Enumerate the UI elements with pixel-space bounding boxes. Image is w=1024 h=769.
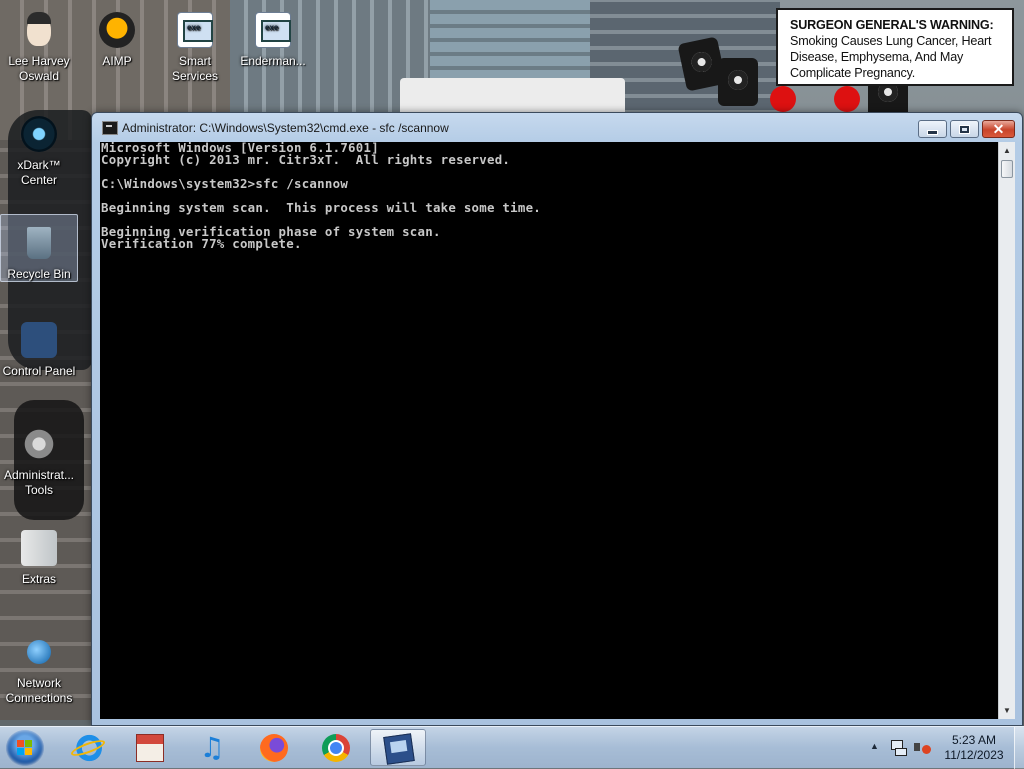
close-icon: ✕ xyxy=(992,120,1005,137)
cmd-window[interactable]: Administrator: C:\Windows\System32\cmd.e… xyxy=(91,112,1023,726)
warning-text: Smoking Causes Lung Cancer, Heart Diseas… xyxy=(790,34,992,80)
surgeon-general-warning: SURGEON GENERAL'S WARNING: Smoking Cause… xyxy=(776,8,1014,86)
desktop-icon-network-connections[interactable]: Network Connections xyxy=(0,630,78,706)
desktop-icon-administrative-tools[interactable]: Administrat... Tools xyxy=(0,422,78,498)
xdark-icon xyxy=(21,116,57,152)
taskbar: ♫ ▲ 5:23 AM 11/12/2023 xyxy=(0,726,1024,769)
desktop-icon-smart-services[interactable]: Smart Services xyxy=(156,8,234,84)
warning-heading: SURGEON GENERAL'S WARNING: xyxy=(790,18,994,32)
clock-time: 5:23 AM xyxy=(951,733,997,747)
recycle-bin-icon xyxy=(27,227,51,259)
store-icon xyxy=(136,734,164,762)
desktop-icon-xdark-center[interactable]: xDark™ Center xyxy=(0,112,78,188)
wallpaper-building xyxy=(430,0,590,80)
network-icon xyxy=(27,640,51,664)
desktop-icon-control-panel[interactable]: Control Panel xyxy=(0,318,78,379)
desktop-icon-label: Control Panel xyxy=(2,364,76,378)
close-button[interactable]: ✕ xyxy=(982,120,1015,138)
folder-icon xyxy=(21,530,57,566)
desktop-icon-label: Enderman... xyxy=(240,54,306,68)
exe-icon xyxy=(255,12,291,48)
console-line: Beginning system scan. This process will… xyxy=(101,200,542,215)
exe-icon xyxy=(177,12,213,48)
desktop-icon-label: Extras xyxy=(21,572,56,586)
window-title: Administrator: C:\Windows\System32\cmd.e… xyxy=(122,121,449,135)
taskbar-app-command-prompt[interactable] xyxy=(370,729,426,766)
volume-muted-icon[interactable] xyxy=(914,739,932,755)
console-line: Copyright (c) 2013 mr. Citr3xT. All righ… xyxy=(101,152,511,167)
taskbar-app-internet-explorer[interactable] xyxy=(60,729,116,766)
vertical-scrollbar[interactable]: ▲ ▼ xyxy=(998,142,1015,719)
desktop-icon-label: Recycle Bin xyxy=(7,267,71,281)
control-panel-icon xyxy=(21,322,57,358)
aimp-icon xyxy=(99,12,135,48)
taskbar-app-chrome[interactable] xyxy=(308,729,364,766)
minimize-icon xyxy=(927,129,938,135)
windows-logo-icon xyxy=(17,740,33,756)
desktop-icon-recycle-bin[interactable]: Recycle Bin xyxy=(0,214,78,282)
music-note-icon: ♫ xyxy=(199,731,225,764)
desktop-icon-extras[interactable]: Extras xyxy=(0,526,78,587)
scrollbar-thumb[interactable] xyxy=(1001,160,1013,178)
desktop-icon-label: Smart Services xyxy=(171,54,218,83)
person-icon xyxy=(27,12,51,46)
desktop-icon-label: Network Connections xyxy=(5,676,73,705)
wallpaper-speaker xyxy=(718,58,758,106)
desktop-icon-label: Lee Harvey Oswald xyxy=(8,54,70,83)
desktop-icon-enderman[interactable]: Enderman... xyxy=(234,8,312,69)
desktop-icon-lee-harvey-oswald[interactable]: Lee Harvey Oswald xyxy=(0,8,78,84)
maximize-icon xyxy=(959,124,970,134)
scroll-up-arrow-icon[interactable]: ▲ xyxy=(999,142,1015,159)
window-titlebar[interactable]: Administrator: C:\Windows\System32\cmd.e… xyxy=(92,113,1022,143)
clock[interactable]: 5:23 AM 11/12/2023 xyxy=(936,733,1012,763)
taskbar-app-store[interactable] xyxy=(122,729,178,766)
console-line: C:\Windows\system32>sfc /scannow xyxy=(101,176,349,191)
taskbar-app-music[interactable]: ♫ xyxy=(184,729,240,766)
scroll-down-arrow-icon[interactable]: ▼ xyxy=(999,702,1015,719)
wallpaper-light xyxy=(834,86,860,112)
admin-tools-icon xyxy=(21,426,57,462)
clock-date: 11/12/2023 xyxy=(944,748,1004,762)
network-status-icon[interactable] xyxy=(890,739,907,756)
console-line: Verification 77% complete. xyxy=(101,236,302,251)
show-hidden-icons-arrow-icon[interactable]: ▲ xyxy=(870,741,879,751)
console-output[interactable]: Microsoft Windows [Version 6.1.7601] Cop… xyxy=(100,142,998,719)
ie-icon xyxy=(74,734,102,762)
desktop-icon-label: AIMP xyxy=(102,54,132,68)
firefox-icon xyxy=(260,734,288,762)
desktop-icon-label: xDark™ Center xyxy=(17,158,61,187)
taskbar-app-firefox[interactable] xyxy=(246,729,302,766)
cmd-icon xyxy=(102,121,118,135)
show-desktop-button[interactable] xyxy=(1014,727,1024,769)
maximize-button[interactable] xyxy=(950,120,979,138)
wallpaper-light xyxy=(770,86,796,112)
start-button[interactable] xyxy=(6,730,44,766)
chrome-icon xyxy=(322,734,350,762)
desktop-icon-label: Administrat... Tools xyxy=(3,468,75,497)
desktop-icon-aimp[interactable]: AIMP xyxy=(78,8,156,69)
minimize-button[interactable] xyxy=(918,120,947,138)
cmd-icon xyxy=(383,733,415,765)
